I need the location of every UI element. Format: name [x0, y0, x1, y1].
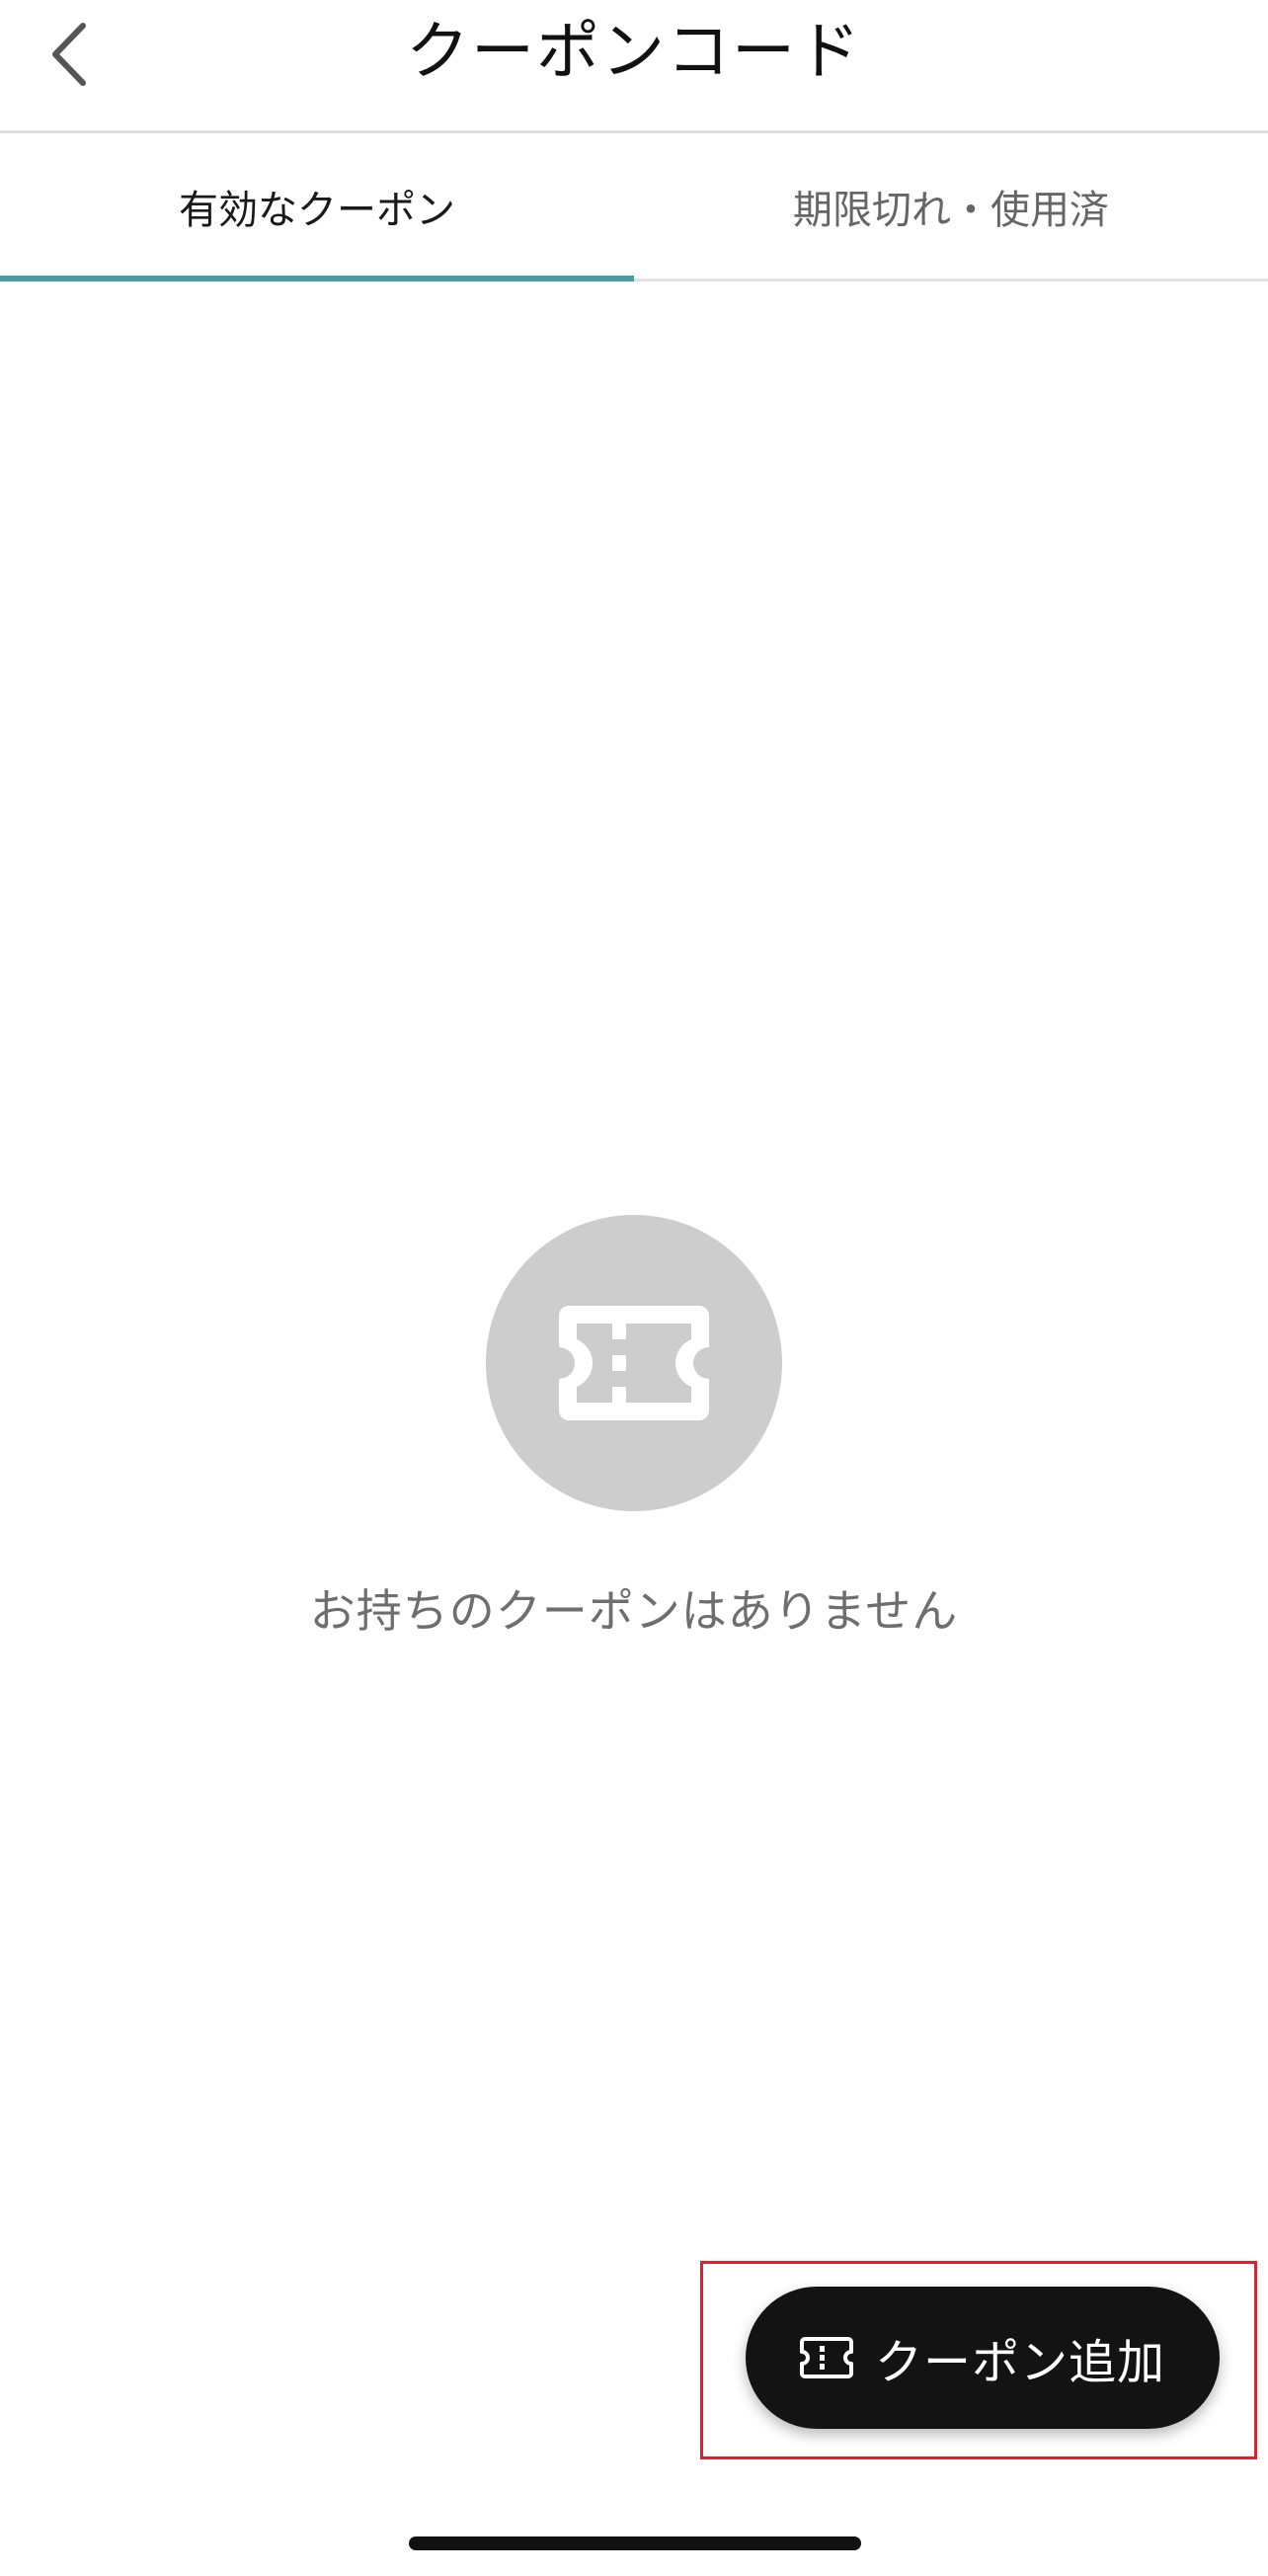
add-coupon-button[interactable]: クーポン追加 [746, 2287, 1220, 2429]
ticket-icon [799, 2337, 853, 2378]
ticket-icon [559, 1306, 709, 1420]
empty-state-icon-circle [486, 1215, 782, 1511]
app-header: クーポンコード [0, 0, 1268, 133]
empty-state-message: お持ちのクーポンはありません [309, 1584, 959, 1638]
coupon-tabs: 有効なクーポン 期限切れ・使用済 [0, 133, 1268, 282]
tab-active-coupons[interactable]: 有効なクーポン [0, 133, 634, 282]
page-title: クーポンコード [406, 16, 862, 89]
home-indicator[interactable] [409, 2536, 861, 2550]
add-coupon-label: クーポン追加 [874, 2335, 1165, 2390]
tab-expired-used-coupons[interactable]: 期限切れ・使用済 [634, 133, 1268, 279]
